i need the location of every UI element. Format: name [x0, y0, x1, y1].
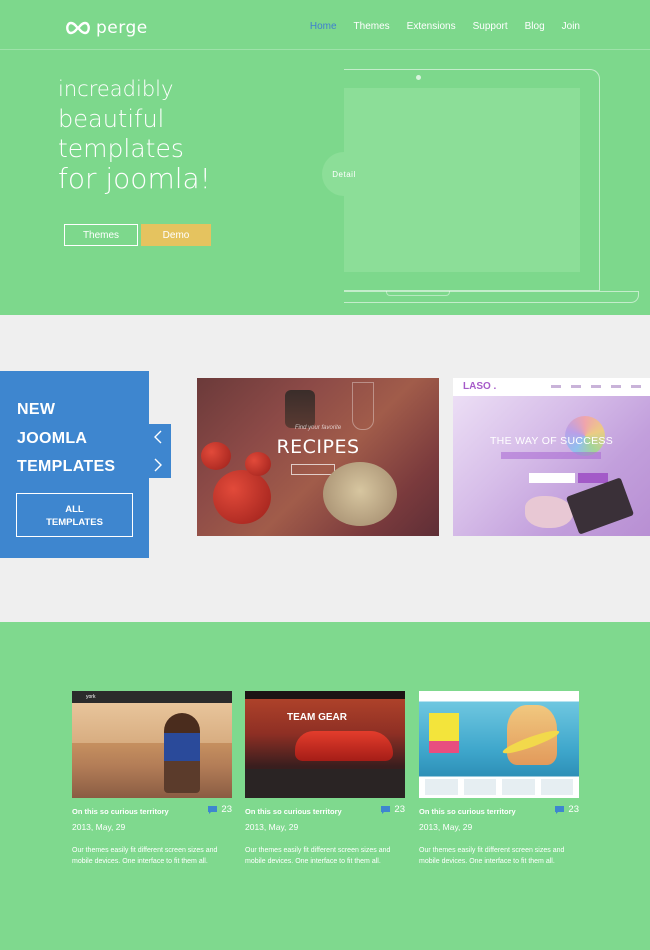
all-button-line-1: ALL	[65, 504, 84, 515]
thumb-columns	[425, 779, 573, 795]
blog-post[interactable]: On this so curious territory 23 2013, Ma…	[419, 691, 579, 865]
laptop-screen	[344, 88, 580, 272]
themes-button[interactable]: Themes	[64, 224, 138, 246]
recipes-cta	[291, 464, 335, 475]
comment-count[interactable]: 23	[381, 804, 405, 815]
thumb-logo	[429, 713, 459, 741]
thumb-topbar	[72, 691, 232, 703]
post-thumbnail[interactable]: york	[72, 691, 232, 798]
slider-prev-button[interactable]	[150, 429, 166, 445]
post-date: 2013, May, 29	[245, 822, 299, 832]
post-title[interactable]: On this so curious territory	[419, 807, 516, 816]
logo-text: perge	[96, 18, 148, 38]
thumb-footer	[245, 769, 405, 798]
laptop-notch	[386, 291, 450, 296]
thumb-topbar	[245, 691, 405, 699]
comment-icon	[381, 805, 391, 814]
headline-line-3: templates	[58, 134, 184, 163]
nav-themes[interactable]: Themes	[354, 21, 390, 32]
infinity-icon	[66, 21, 90, 35]
template-card-laso[interactable]: LASO . THE WAY OF SUCCESS	[453, 378, 650, 536]
slider-next-button[interactable]	[150, 457, 166, 473]
tomato-image	[201, 442, 231, 470]
all-templates-button[interactable]: ALL TEMPLATES	[16, 493, 133, 537]
post-thumbnail[interactable]: TEAM GEAR	[245, 691, 405, 798]
headline-line-2: beautiful	[58, 105, 165, 133]
chevron-left-icon	[154, 430, 162, 444]
headline-line-1: increadibly	[58, 77, 174, 101]
nav-extensions[interactable]: Extensions	[407, 21, 456, 32]
laso-button-secondary	[578, 473, 608, 483]
glass-image	[352, 382, 374, 430]
comment-count-value: 23	[221, 804, 232, 815]
demo-button[interactable]: Demo	[141, 224, 211, 246]
title-line-templates: TEMPLATES	[17, 458, 116, 475]
post-excerpt: Our themes easily fit different screen s…	[72, 847, 218, 865]
chevron-right-icon	[154, 458, 162, 472]
laso-headline: THE WAY OF SUCCESS	[489, 435, 614, 447]
post-title[interactable]: On this so curious territory	[72, 807, 169, 816]
laso-button-primary	[529, 473, 575, 483]
nav-support[interactable]: Support	[473, 21, 508, 32]
race-car-image	[295, 731, 393, 761]
hero-headline: increadibly beautiful templates for joom…	[58, 74, 211, 194]
model-image	[164, 713, 200, 793]
post-date: 2013, May, 29	[72, 822, 126, 832]
recipes-title: RECIPES	[276, 436, 360, 458]
site-logo[interactable]: perge	[64, 18, 148, 38]
post-excerpt: Our themes easily fit different screen s…	[245, 847, 391, 865]
new-templates-title: NEW JOOMLA TEMPLATES	[17, 396, 115, 482]
comment-icon	[555, 805, 565, 814]
post-excerpt: Our themes easily fit different screen s…	[419, 847, 565, 865]
comment-count[interactable]: 23	[555, 804, 579, 815]
detail-button[interactable]: Detail	[322, 152, 366, 196]
comment-count-value: 23	[394, 804, 405, 815]
hand-image	[525, 496, 573, 528]
headline-line-4: for joomla!	[58, 162, 211, 195]
nav-join[interactable]: Join	[562, 21, 580, 32]
template-card-recipes[interactable]: Find your favorite RECIPES	[197, 378, 439, 536]
hero-section: perge Home Themes Extensions Support Blo…	[0, 0, 650, 315]
thumb-logo: york	[86, 694, 96, 700]
jar-image	[285, 390, 315, 428]
laso-menu	[551, 385, 641, 388]
recipes-subtitle: Find your favorite	[294, 425, 342, 431]
comment-count[interactable]: 23	[208, 804, 232, 815]
nav-home[interactable]: Home	[310, 21, 337, 32]
tomato-image	[213, 470, 271, 524]
blog-post[interactable]: TEAM GEAR On this so curious territory 2…	[245, 691, 405, 865]
post-title[interactable]: On this so curious territory	[245, 807, 342, 816]
nav-blog[interactable]: Blog	[525, 21, 545, 32]
thumb-logo: TEAM GEAR	[287, 712, 347, 723]
post-date: 2013, May, 29	[419, 822, 473, 832]
comment-icon	[208, 805, 218, 814]
all-button-line-2: TEMPLATES	[46, 517, 103, 528]
laptop-camera	[416, 75, 421, 80]
laso-logo: LASO .	[463, 381, 497, 392]
laso-subline	[501, 452, 601, 459]
post-thumbnail[interactable]	[419, 691, 579, 798]
comment-count-value: 23	[568, 804, 579, 815]
thumb-badge	[429, 741, 459, 753]
main-nav: Home Themes Extensions Support Blog Join	[310, 21, 580, 32]
plate-image	[323, 462, 397, 526]
tablet-image	[565, 477, 635, 535]
blog-post[interactable]: york On this so curious territory 23 201…	[72, 691, 232, 865]
title-line-new: NEW	[17, 401, 56, 418]
tomato-image	[245, 452, 271, 476]
thumb-sky	[72, 703, 232, 743]
top-navbar: perge Home Themes Extensions Support Blo…	[0, 0, 650, 50]
title-line-joomla: JOOMLA	[17, 429, 88, 447]
